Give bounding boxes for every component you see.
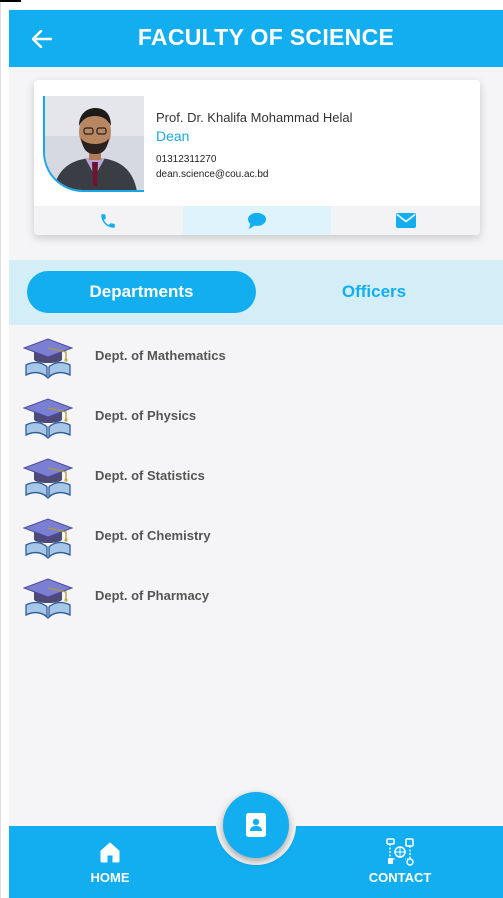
mail-icon (395, 213, 416, 228)
phone-icon (101, 213, 116, 228)
dean-actions (34, 206, 480, 235)
graduation-book-icon (22, 395, 74, 441)
tab-bar: Departments Officers (9, 260, 503, 325)
dean-photo (43, 96, 144, 192)
call-button[interactable] (34, 206, 183, 235)
graduation-book-icon (22, 335, 74, 381)
dean-name: Prof. Dr. Khalifa Mohammad Helal (156, 110, 353, 125)
department-item[interactable]: Dept. of Physics (9, 388, 503, 448)
graduation-book-icon (22, 455, 74, 501)
home-icon (100, 842, 120, 863)
graduation-book-icon (22, 515, 74, 561)
graduation-book-icon (22, 575, 74, 621)
dean-email: dean.science@cou.ac.bd (156, 169, 269, 180)
contact-book-icon (246, 813, 266, 837)
department-label: Dept. of Physics (95, 408, 197, 423)
contacts-fab[interactable] (223, 792, 289, 858)
nav-contact[interactable]: CONTACT (355, 834, 445, 885)
dean-card: Prof. Dr. Khalifa Mohammad Helal Dean 01… (34, 80, 480, 235)
department-item[interactable]: Dept. of Pharmacy (9, 568, 503, 628)
tab-departments[interactable]: Departments (27, 271, 256, 313)
nav-home-label: HOME (90, 870, 130, 885)
department-item[interactable]: Dept. of Mathematics (9, 328, 503, 388)
department-label: Dept. of Chemistry (95, 528, 211, 543)
message-button[interactable] (182, 206, 332, 235)
app-screen: FACULTY OF SCIENCE Prof. Dr. Khalifa Moh… (9, 10, 503, 898)
page-title: FACULTY OF SCIENCE (137, 24, 395, 50)
app-bar: FACULTY OF SCIENCE (9, 10, 503, 67)
chat-icon (248, 212, 266, 229)
contact-network-icon (386, 838, 414, 866)
tab-officers[interactable]: Officers (259, 271, 489, 313)
department-item[interactable]: Dept. of Statistics (9, 448, 503, 508)
department-label: Dept. of Statistics (95, 468, 205, 483)
crop-mark (0, 0, 21, 2)
nav-home[interactable]: HOME (79, 834, 141, 885)
department-list: Dept. of Mathematics Dept. of Physics Dept… (9, 328, 503, 628)
department-item[interactable]: Dept. of Chemistry (9, 508, 503, 568)
dean-title: Dean (156, 128, 190, 144)
department-label: Dept. of Mathematics (95, 348, 226, 363)
email-button[interactable] (331, 206, 480, 235)
screen-edge (0, 0, 1, 898)
dean-phone: 01312311270 (156, 154, 217, 165)
nav-contact-label: CONTACT (368, 870, 432, 885)
department-label: Dept. of Pharmacy (95, 588, 210, 603)
